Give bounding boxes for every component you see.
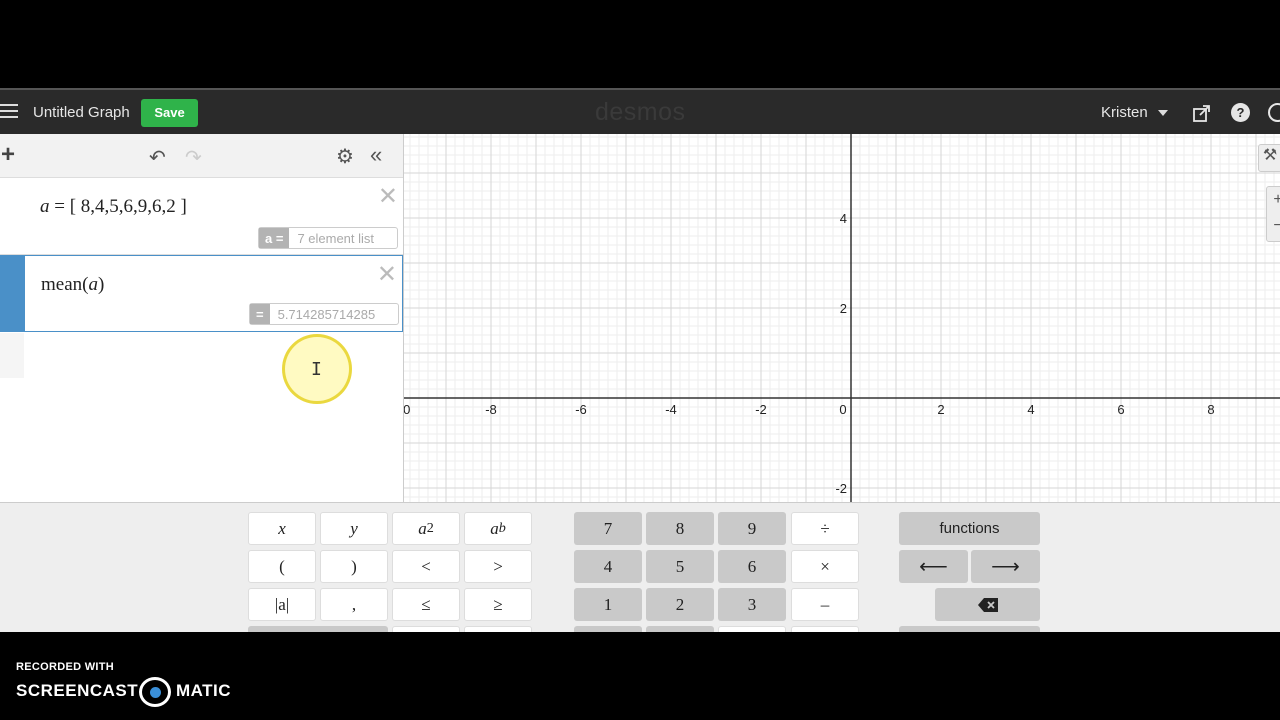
graph-canvas[interactable]: -10 -8 -6 -4 -2 0 2 4 6 8 4 2 -2 ⚒ +− xyxy=(404,134,1280,548)
undo-icon[interactable]: ↶ xyxy=(149,145,166,170)
user-menu[interactable]: Kristen xyxy=(1101,104,1148,121)
key-1[interactable]: 1 xyxy=(574,588,642,621)
y-tick-label: -2 xyxy=(835,481,847,496)
key-divide[interactable]: ÷ xyxy=(791,512,859,545)
left-arrow-key[interactable]: ⟵ xyxy=(899,550,968,583)
key-right-paren[interactable]: ) xyxy=(320,550,388,583)
x-tick-label: -6 xyxy=(575,402,587,417)
evaluation-box: a = 7 element list xyxy=(258,227,398,249)
recording-brand-left: SCREENCAST xyxy=(16,681,139,700)
globe-icon[interactable] xyxy=(1268,103,1280,122)
screencast-logo-icon xyxy=(139,677,171,707)
key-less-than[interactable]: < xyxy=(392,550,460,583)
x-tick-label: -2 xyxy=(755,402,767,417)
key-3[interactable]: 3 xyxy=(718,588,786,621)
save-button[interactable]: Save xyxy=(141,99,198,127)
evaluation-box: = 5.714285714285 xyxy=(249,303,399,325)
hamburger-icon[interactable] xyxy=(0,104,18,120)
graph-grid[interactable]: -10 -8 -6 -4 -2 0 2 4 6 8 4 2 -2 xyxy=(404,134,1280,548)
zoom-controls[interactable]: + − xyxy=(1266,186,1280,242)
math-keypad: x y a2 ab ( ) < > |a| , ≤ ≥ 7 8 9 ÷ 4 5 … xyxy=(0,502,1280,632)
x-tick-label: -10 xyxy=(404,402,410,417)
key-5[interactable]: 5 xyxy=(646,550,714,583)
key-minus[interactable]: – xyxy=(791,588,859,621)
video-letterbox-bottom xyxy=(0,632,1280,720)
expression-row[interactable]: a = [ 8,4,5,6,9,6,2 ] ✕ a = 7 element li… xyxy=(0,178,403,255)
chevron-down-icon[interactable] xyxy=(1158,110,1168,116)
backspace-key[interactable] xyxy=(935,588,1040,621)
key-multiply[interactable]: × xyxy=(791,550,859,583)
help-icon[interactable]: ? xyxy=(1231,103,1250,122)
key-comma[interactable]: , xyxy=(320,588,388,621)
key-square[interactable]: a2 xyxy=(392,512,460,545)
brand-logo: desmos xyxy=(595,98,686,126)
y-tick-label: 4 xyxy=(840,211,847,226)
key-abs[interactable]: |a| xyxy=(248,588,316,621)
key-4[interactable]: 4 xyxy=(574,550,642,583)
graph-title[interactable]: Untitled Graph xyxy=(33,104,130,121)
key-left-paren[interactable]: ( xyxy=(248,550,316,583)
key-6[interactable]: 6 xyxy=(718,550,786,583)
expression-gutter[interactable] xyxy=(0,178,24,254)
video-letterbox-top xyxy=(0,0,1280,88)
x-tick-label: -4 xyxy=(665,402,677,417)
functions-button[interactable]: functions xyxy=(899,512,1040,545)
key-power[interactable]: ab xyxy=(464,512,532,545)
close-icon[interactable]: ✕ xyxy=(378,182,398,211)
expression-math[interactable]: mean(a) xyxy=(41,274,104,296)
x-tick-label: 2 xyxy=(937,402,944,417)
right-arrow-key[interactable]: ⟶ xyxy=(971,550,1040,583)
key-2[interactable]: 2 xyxy=(646,588,714,621)
key-8[interactable]: 8 xyxy=(646,512,714,545)
evaluation-value: 7 element list xyxy=(297,230,375,246)
evaluation-label: a = xyxy=(259,228,290,248)
backspace-icon xyxy=(977,597,998,612)
recording-caption: RECORDED WITH xyxy=(16,661,115,673)
key-less-equal[interactable]: ≤ xyxy=(392,588,460,621)
expression-panel: + ↶ ↷ ⚙ « a = [ 8,4,5,6,9,6,2 ] ✕ a = 7 … xyxy=(0,134,404,548)
close-icon[interactable]: ✕ xyxy=(377,260,397,289)
recording-brand-right: MATIC xyxy=(176,681,232,700)
key-7[interactable]: 7 xyxy=(574,512,642,545)
key-greater-equal[interactable]: ≥ xyxy=(464,588,532,621)
header-bar: Untitled Graph Save desmos Kristen ? xyxy=(0,88,1280,134)
add-expression-button[interactable]: + xyxy=(1,141,15,169)
key-x[interactable]: x xyxy=(248,512,316,545)
desmos-app: Untitled Graph Save desmos Kristen ? + ↶… xyxy=(0,88,1280,632)
gear-icon[interactable]: ⚙ xyxy=(336,144,354,169)
expression-gutter[interactable] xyxy=(1,256,25,331)
evaluation-label: = xyxy=(250,304,270,324)
evaluation-value[interactable]: 5.714285714285 xyxy=(270,307,384,322)
key-greater-than[interactable]: > xyxy=(464,550,532,583)
origin-label: 0 xyxy=(839,402,846,417)
key-y[interactable]: y xyxy=(320,512,388,545)
text-cursor-icon: I xyxy=(311,359,322,380)
expression-toolbar: + ↶ ↷ ⚙ « xyxy=(0,134,403,178)
collapse-icon[interactable]: « xyxy=(370,142,382,168)
x-tick-label: 6 xyxy=(1117,402,1124,417)
y-tick-label: 2 xyxy=(840,301,847,316)
x-tick-label: -8 xyxy=(485,402,497,417)
wrench-icon[interactable]: ⚒ xyxy=(1258,144,1280,172)
expression-row-active[interactable]: mean(a) ✕ = 5.714285714285 xyxy=(0,255,403,332)
share-icon[interactable] xyxy=(1192,103,1212,123)
key-9[interactable]: 9 xyxy=(718,512,786,545)
x-tick-label: 8 xyxy=(1207,402,1214,417)
expression-math[interactable]: a = [ 8,4,5,6,9,6,2 ] xyxy=(40,196,187,218)
x-tick-label: 4 xyxy=(1027,402,1034,417)
empty-expression-gutter[interactable] xyxy=(0,333,24,378)
redo-icon[interactable]: ↷ xyxy=(185,145,202,170)
